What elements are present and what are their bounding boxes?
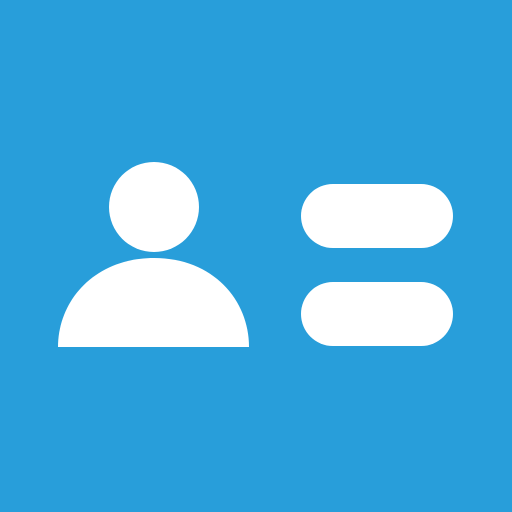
app-icon-canvas	[0, 0, 512, 512]
line-bar-bottom	[301, 282, 453, 346]
user-list-icon	[0, 0, 512, 512]
person-head	[109, 162, 199, 252]
line-bar-top	[301, 184, 453, 248]
icon-background	[0, 0, 512, 512]
